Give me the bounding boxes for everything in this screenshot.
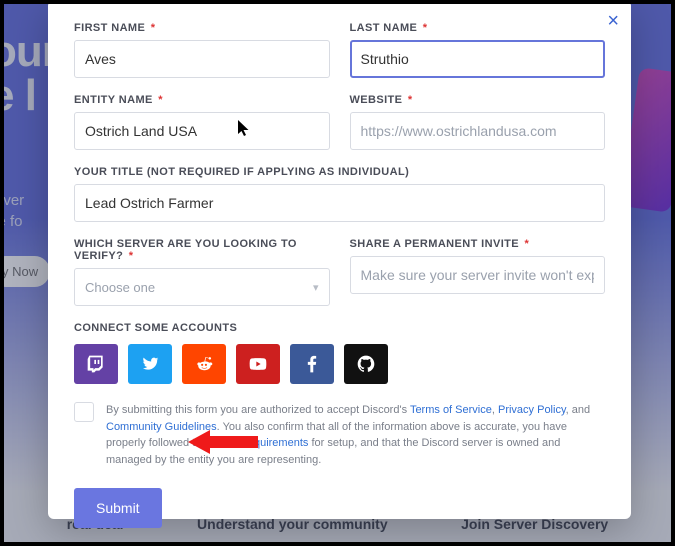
twitter-icon[interactable] [128,344,172,384]
guidelines-link[interactable]: Community Guidelines [106,421,217,433]
chevron-down-icon: ▾ [313,281,319,294]
first-name-label: FIRST NAME * [74,22,330,34]
requirements-link[interactable]: requirements [244,437,308,449]
title-label: YOUR TITLE (NOT REQUIRED IF APPLYING AS … [74,166,605,178]
invite-field[interactable] [350,256,606,294]
first-name-field[interactable] [74,40,330,78]
verification-form-modal: × FIRST NAME * LAST NAME * ENTITY NAME *… [48,0,631,519]
twitch-icon[interactable] [74,344,118,384]
website-label: WEBSITE * [350,94,606,106]
entity-name-field[interactable] [74,112,330,150]
connect-accounts-label: CONNECT SOME ACCOUNTS [74,322,605,334]
submit-button[interactable]: Submit [74,488,162,528]
consent-text: By submitting this form you are authoriz… [106,402,605,468]
youtube-icon[interactable] [236,344,280,384]
server-label: WHICH SERVER ARE YOU LOOKING TO VERIFY? … [74,238,330,262]
consent-checkbox[interactable] [74,402,94,422]
invite-label: SHARE A PERMANENT INVITE * [350,238,606,250]
privacy-link[interactable]: Privacy Policy [498,404,566,416]
close-icon[interactable]: × [607,10,619,33]
title-field[interactable] [74,184,605,222]
entity-name-label: ENTITY NAME * [74,94,330,106]
facebook-icon[interactable] [290,344,334,384]
server-select-value: Choose one [85,280,155,295]
website-field[interactable] [350,112,606,150]
reddit-icon[interactable] [182,344,226,384]
github-icon[interactable] [344,344,388,384]
tos-link[interactable]: Terms of Service [410,404,492,416]
last-name-label: LAST NAME * [350,22,606,34]
server-select[interactable]: Choose one ▾ [74,268,330,306]
last-name-field[interactable] [350,40,606,78]
